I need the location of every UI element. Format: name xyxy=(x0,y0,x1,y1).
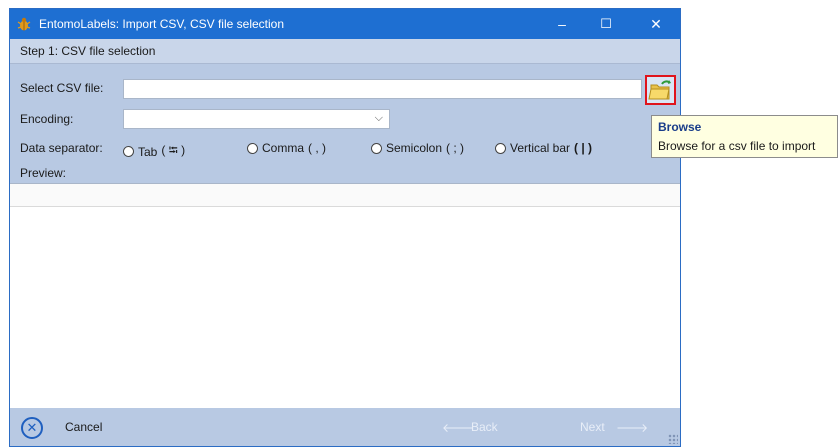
tooltip-body: Browse for a csv file to import xyxy=(658,139,816,153)
radio-vertical-bar-symbol: ( | ) xyxy=(574,141,593,155)
bug-icon xyxy=(17,17,31,31)
radio-comma-symbol: ( , ) xyxy=(308,141,327,155)
window-title: EntomoLabels: Import CSV, CSV file selec… xyxy=(39,17,285,31)
radio-comma-label: Comma xyxy=(262,141,305,155)
resize-grip-icon[interactable] xyxy=(668,434,678,444)
chevron-down-icon: ⌵ xyxy=(374,112,383,124)
radio-circle[interactable] xyxy=(123,146,134,157)
back-button[interactable]: Back xyxy=(471,420,498,434)
preview-header-row xyxy=(10,184,680,207)
step-label: Step 1: CSV file selection xyxy=(20,44,156,58)
radio-circle[interactable] xyxy=(247,142,258,154)
radio-circle[interactable] xyxy=(495,142,506,154)
preview-label: Preview: xyxy=(20,166,67,180)
separator-label: Data separator: xyxy=(20,141,103,155)
back-arrow-icon: 🡐 xyxy=(442,421,475,435)
import-csv-dialog: EntomoLabels: Import CSV, CSV file selec… xyxy=(9,8,681,447)
radio-vertical-bar-label: Vertical bar xyxy=(510,141,571,155)
dialog-footer: ✕ Cancel 🡐 Back Next 🡒 xyxy=(10,408,680,446)
encoding-select[interactable]: ⌵ xyxy=(123,109,390,129)
minimize-button[interactable]: – xyxy=(540,9,584,39)
browse-tooltip: Browse Browse for a csv file to import xyxy=(651,115,838,158)
radio-semicolon-label: Semicolon xyxy=(386,141,443,155)
radio-semicolon-symbol: ( ; ) xyxy=(446,141,465,155)
next-button[interactable]: Next xyxy=(580,420,605,434)
radio-tab-symbol: ( ⭾ ) xyxy=(161,143,186,157)
folder-open-icon xyxy=(648,80,671,100)
step-header: Step 1: CSV file selection xyxy=(10,39,680,64)
tooltip-title: Browse xyxy=(658,120,702,134)
next-arrow-icon: 🡒 xyxy=(616,421,649,435)
cancel-icon[interactable]: ✕ xyxy=(21,417,43,439)
title-bar[interactable]: EntomoLabels: Import CSV, CSV file selec… xyxy=(10,9,680,39)
csv-file-label: Select CSV file: xyxy=(20,81,104,95)
preview-grid[interactable] xyxy=(10,183,680,409)
close-button[interactable]: ✕ xyxy=(634,9,678,39)
radio-vertical-bar[interactable]: Vertical bar ( | ) xyxy=(495,141,592,155)
radio-semicolon[interactable]: Semicolon ( ; ) xyxy=(371,141,464,155)
radio-tab[interactable]: Tab ( ⭾ ) xyxy=(123,141,185,162)
csv-file-input[interactable] xyxy=(123,79,642,99)
radio-tab-label: Tab xyxy=(138,144,158,159)
maximize-button[interactable]: ☐ xyxy=(584,9,628,39)
radio-circle[interactable] xyxy=(371,142,382,154)
encoding-label: Encoding: xyxy=(20,112,74,126)
cancel-button[interactable]: Cancel xyxy=(65,420,102,434)
radio-comma[interactable]: Comma ( , ) xyxy=(247,141,326,155)
browse-button[interactable] xyxy=(645,75,676,105)
